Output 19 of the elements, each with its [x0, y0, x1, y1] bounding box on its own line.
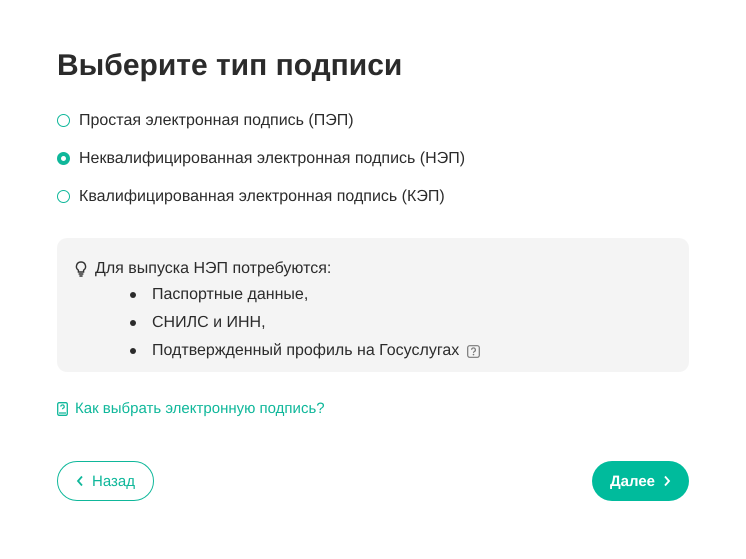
- help-icon[interactable]: [467, 344, 480, 358]
- chevron-right-icon: [663, 475, 671, 487]
- radio-button[interactable]: [57, 152, 70, 165]
- radio-button[interactable]: [57, 114, 70, 127]
- list-item: Подтвержденный профиль на Госуслугах: [152, 341, 460, 361]
- radio-button[interactable]: [57, 190, 70, 203]
- chevron-left-icon: [76, 475, 84, 487]
- bullet-icon: [130, 292, 136, 298]
- option-label[interactable]: Квалифицированная электронная подпись (КЭП): [79, 188, 445, 206]
- bullet-icon: [130, 348, 136, 354]
- info-heading: Для выпуска НЭП потребуются:: [95, 259, 332, 279]
- list-item: СНИЛС и ИНН,: [152, 313, 266, 333]
- page-title: Выберите тип подписи: [57, 48, 404, 84]
- lightbulb-icon: [75, 261, 87, 277]
- bullet-icon: [130, 320, 136, 326]
- option-label[interactable]: Неквалифицированная электронная подпись (НЭП): [79, 150, 466, 168]
- list-item: Паспортные данные,: [152, 285, 308, 305]
- option-label[interactable]: Простая электронная подпись (ПЭП): [79, 112, 354, 130]
- book-icon: [57, 402, 68, 416]
